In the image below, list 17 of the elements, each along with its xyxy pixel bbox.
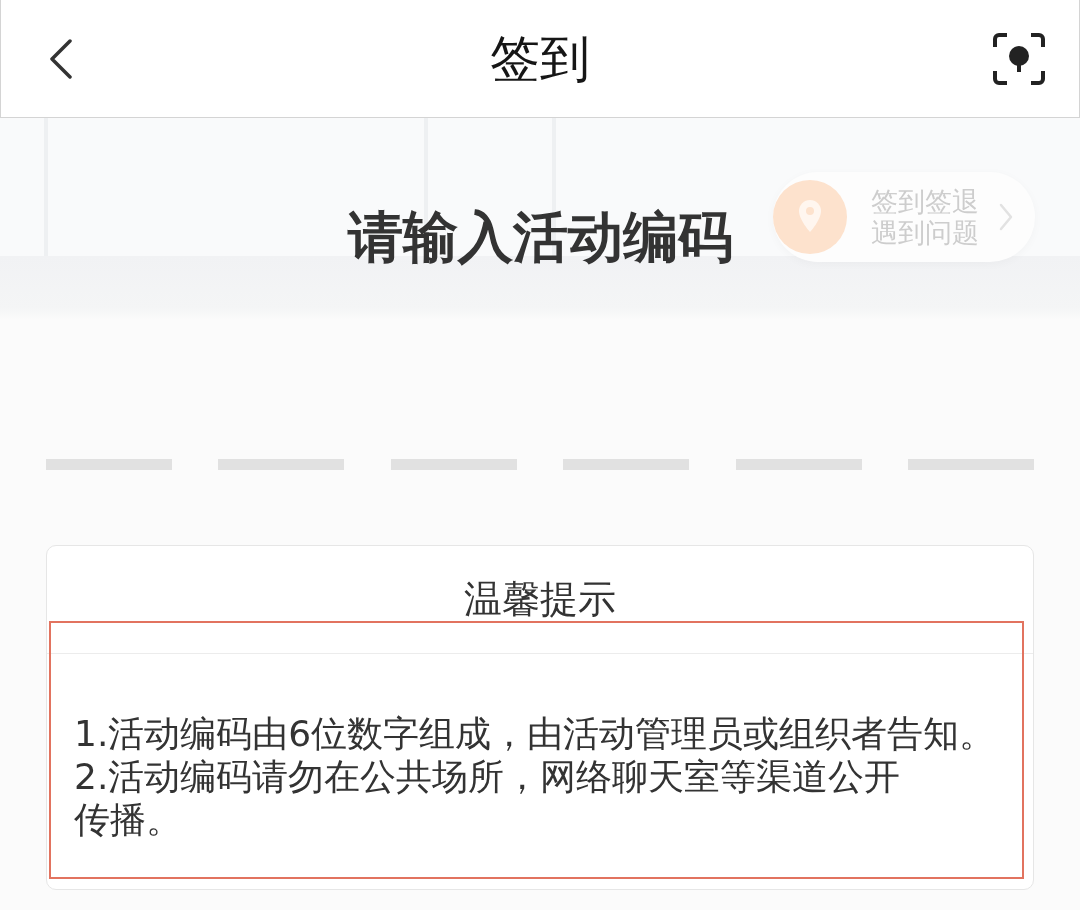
page-title: 签到 — [490, 28, 590, 89]
location-pin-icon — [773, 180, 847, 254]
code-input-slot[interactable] — [735, 459, 862, 470]
back-button[interactable] — [49, 38, 73, 79]
scan-pin-icon — [993, 32, 1045, 85]
code-input-slot[interactable] — [218, 459, 345, 470]
tip-text: 2.活动编码请勿在公共场所，网络聊天室等渠道公开传播。 — [74, 755, 902, 841]
code-input-slot[interactable] — [46, 459, 172, 470]
card-title: 温馨提示 — [464, 576, 616, 623]
chevron-left-icon — [49, 38, 73, 79]
tip-text: 1.活动编码由6位数字组成，由活动管理员或组织者告知。 — [74, 712, 997, 755]
page-heading: 请输入活动编码 — [347, 204, 733, 270]
scan-button[interactable] — [993, 32, 1045, 85]
code-input-slot[interactable] — [390, 459, 517, 470]
chevron-right-icon — [999, 203, 1013, 231]
code-input-slot[interactable] — [907, 459, 1034, 470]
code-input-slot[interactable] — [563, 459, 690, 470]
